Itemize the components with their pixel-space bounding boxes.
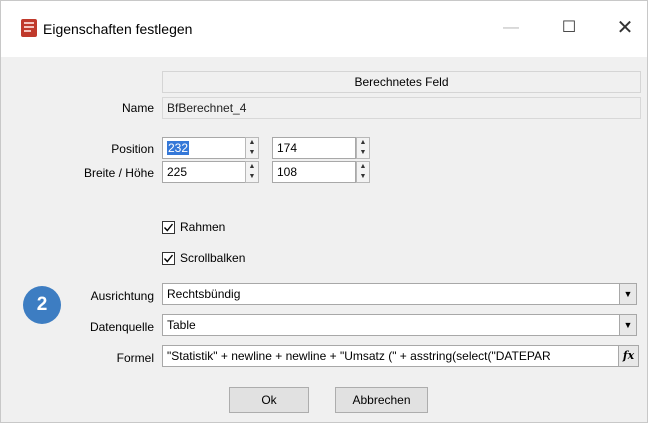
maximize-icon[interactable]: ☐	[554, 15, 584, 41]
title-bar: Eigenschaften festlegen — ☐ ✕	[1, 1, 647, 57]
formel-label: Formel	[116, 351, 154, 365]
ausrichtung-select[interactable]: Rechtsbündig	[162, 283, 620, 305]
datenquelle-label: Datenquelle	[89, 320, 154, 334]
chevron-down-icon[interactable]: ▼	[619, 283, 637, 305]
spin-up-icon[interactable]: ▲	[246, 162, 258, 172]
chevron-down-icon[interactable]: ▼	[619, 314, 637, 336]
dialog-window: Eigenschaften festlegen — ☐ ✕ Berechnete…	[0, 0, 648, 423]
position-x-value: 232	[167, 141, 190, 155]
spin-down-icon[interactable]: ▼	[246, 172, 258, 182]
name-field: BfBerechnet_4	[162, 97, 641, 119]
rahmen-checkbox[interactable]	[162, 221, 175, 234]
ausrichtung-label: Ausrichtung	[90, 289, 154, 303]
rahmen-label: Rahmen	[180, 220, 226, 234]
function-icon[interactable]: fx	[618, 345, 639, 367]
spin-up-icon[interactable]: ▲	[357, 138, 369, 148]
window-title: Eigenschaften festlegen	[43, 21, 193, 37]
position-y-spinner[interactable]: ▲ ▼	[356, 137, 370, 159]
position-label: Position	[111, 142, 154, 156]
formel-input[interactable]: "Statistik" + newline + newline + "Umsat…	[162, 345, 619, 367]
width-input[interactable]: 225	[162, 161, 246, 183]
size-label: Breite / Höhe	[83, 166, 154, 180]
close-icon[interactable]: ✕	[610, 15, 640, 41]
datenquelle-select[interactable]: Table	[162, 314, 620, 336]
spin-up-icon[interactable]: ▲	[246, 138, 258, 148]
cancel-button[interactable]: Abbrechen	[335, 387, 428, 413]
position-x-spinner[interactable]: ▲ ▼	[245, 137, 259, 159]
field-type-header: Berechnetes Feld	[162, 71, 641, 93]
position-y-input[interactable]: 174	[272, 137, 356, 159]
scrollbalken-label: Scrollbalken	[180, 251, 246, 265]
ok-button[interactable]: Ok	[229, 387, 309, 413]
position-x-input[interactable]: 232	[162, 137, 246, 159]
app-icon	[21, 19, 37, 37]
spin-up-icon[interactable]: ▲	[357, 162, 369, 172]
width-spinner[interactable]: ▲ ▼	[245, 161, 259, 183]
spin-down-icon[interactable]: ▼	[357, 148, 369, 158]
height-spinner[interactable]: ▲ ▼	[356, 161, 370, 183]
scrollbalken-checkbox[interactable]	[162, 252, 175, 265]
checkmark-icon	[163, 254, 174, 263]
name-label: Name	[121, 101, 154, 115]
spin-down-icon[interactable]: ▼	[246, 148, 258, 158]
checkmark-icon	[163, 223, 174, 232]
spin-down-icon[interactable]: ▼	[357, 172, 369, 182]
height-input[interactable]: 108	[272, 161, 356, 183]
minimize-icon[interactable]: —	[496, 15, 526, 41]
